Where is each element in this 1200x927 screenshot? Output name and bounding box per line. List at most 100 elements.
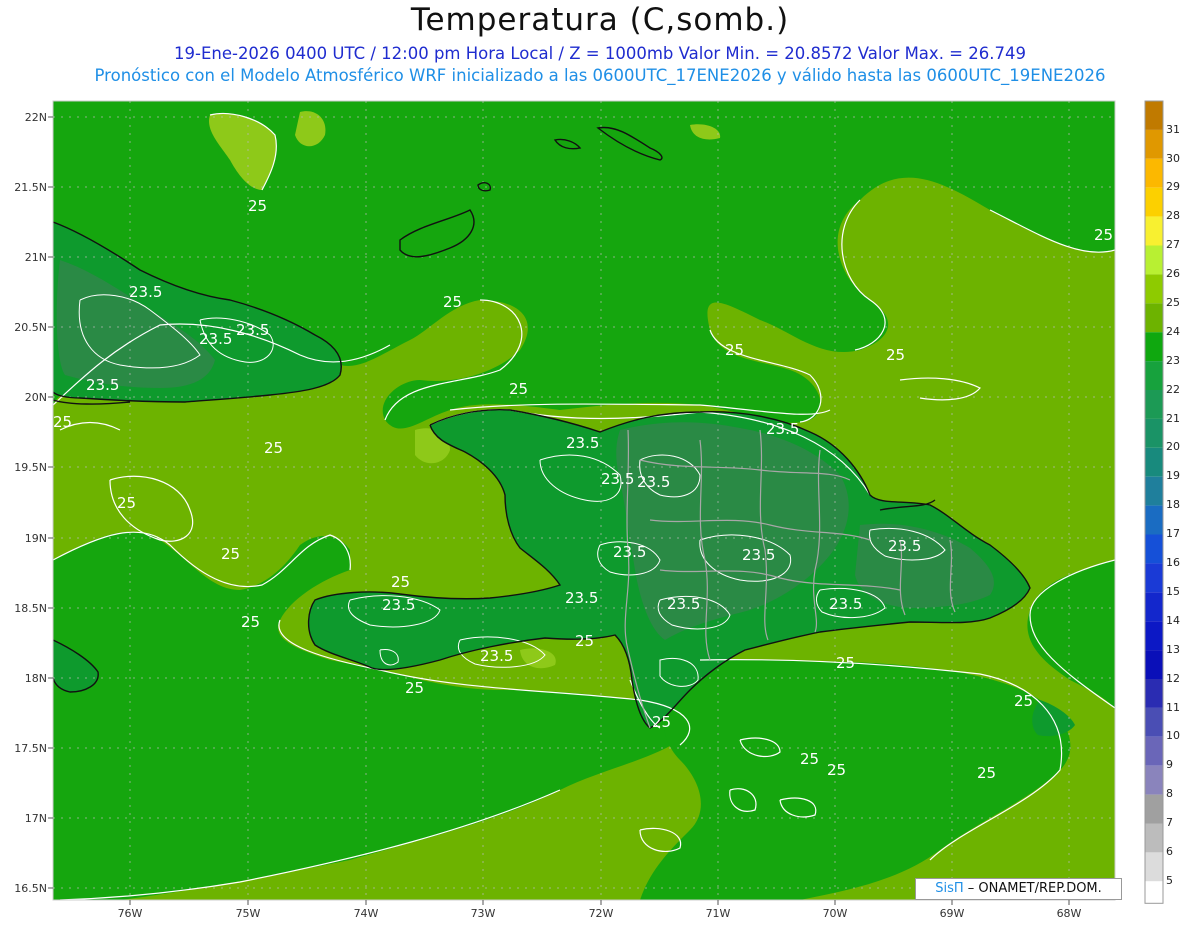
lat-label: 17.5N	[14, 742, 47, 755]
lon-label: 75W	[236, 907, 261, 920]
colorbar-swatch	[1145, 534, 1163, 564]
credit-text: – ONAMET/REP.DOM.	[967, 881, 1102, 896]
lat-label: 20N	[25, 391, 47, 404]
colorbar-swatch	[1145, 361, 1163, 390]
colorbar-swatch	[1145, 621, 1163, 651]
contour-label: 25	[117, 494, 136, 512]
colorbar-swatch	[1145, 418, 1163, 448]
contour-label: 25	[725, 341, 744, 359]
colorbar-swatch	[1145, 505, 1163, 535]
lon-label: 68W	[1057, 907, 1082, 920]
lat-label: 16.5N	[14, 882, 47, 895]
contour-label: 23.5	[742, 546, 775, 564]
contour-label: 23.5	[637, 473, 670, 491]
contour-label: 25	[800, 750, 819, 768]
colorbar-swatch	[1145, 303, 1163, 333]
lat-label: 18N	[25, 672, 47, 685]
lat-label: 17N	[25, 812, 47, 825]
contour-label: 25	[1014, 692, 1033, 710]
lat-label: 22N	[25, 111, 47, 124]
colorbar-label: 5	[1166, 874, 1173, 887]
contour-label: 25	[248, 197, 267, 215]
colorbar-label: 28	[1166, 209, 1180, 222]
colorbar-swatch	[1145, 852, 1163, 882]
colorbar-label: 10	[1166, 729, 1180, 742]
colorbar-label: 20	[1166, 440, 1180, 453]
contour-label: 25	[391, 573, 410, 591]
colorbar-label: 6	[1166, 845, 1173, 858]
colorbar-label: 23	[1166, 354, 1180, 367]
colorbar-label: 13	[1166, 643, 1180, 656]
colorbar-swatch	[1145, 216, 1163, 246]
colorbar-swatch	[1145, 881, 1163, 904]
credit-box: SisΠ – ONAMET/REP.DOM.	[915, 878, 1122, 900]
colorbar-swatch	[1145, 563, 1163, 593]
colorbar-label: 16	[1166, 556, 1180, 569]
colorbar-label: 30	[1166, 152, 1180, 165]
lat-label: 21.5N	[14, 181, 47, 194]
colorbar	[1144, 100, 1164, 904]
contour-label: 23.5	[382, 596, 415, 614]
colorbar-swatch	[1145, 245, 1163, 275]
contour-label: 25	[241, 613, 260, 631]
contour-label: 23.5	[613, 543, 646, 561]
latitude-ticks	[48, 116, 53, 889]
contour-label: 23.5	[766, 420, 799, 438]
colorbar-swatch	[1145, 390, 1163, 419]
lon-label: 69W	[940, 907, 965, 920]
colorbar-swatch	[1145, 794, 1163, 824]
colorbar-swatch	[1145, 274, 1163, 304]
colorbar-label: 11	[1166, 701, 1180, 714]
sispi-logo-text: SisΠ	[935, 881, 964, 896]
contour-label: 25	[1094, 226, 1113, 244]
colorbar-swatch	[1145, 476, 1163, 506]
colorbar-swatch	[1145, 736, 1163, 766]
colorbar-label: 14	[1166, 614, 1180, 627]
colorbar-swatch	[1145, 765, 1163, 795]
contour-label: 25	[886, 346, 905, 364]
contour-label: 25	[53, 413, 72, 431]
contour-label: 23.5	[199, 330, 232, 348]
contour-label: 23.5	[236, 321, 269, 339]
colorbar-label: 24	[1166, 325, 1180, 338]
contour-label: 23.5	[566, 434, 599, 452]
contour-label: 23.5	[829, 595, 862, 613]
map-field	[53, 101, 1115, 900]
contour-label: 25	[827, 761, 846, 779]
lat-label: 19.5N	[14, 461, 47, 474]
contour-label: 25	[405, 679, 424, 697]
lon-label: 72W	[589, 907, 614, 920]
colorbar-label: 22	[1166, 383, 1180, 396]
lon-label: 71W	[706, 907, 731, 920]
contour-label: 25	[652, 713, 671, 731]
colorbar-label: 27	[1166, 238, 1180, 251]
contour-label: 23.5	[667, 595, 700, 613]
contour-label: 25	[836, 654, 855, 672]
colorbar-label: 21	[1166, 412, 1180, 425]
lon-label: 70W	[823, 907, 848, 920]
latitude-labels: 22N 21.5N 21N 20.5N 20N 19.5N 19N 18.5N …	[14, 111, 47, 895]
lat-label: 19N	[25, 532, 47, 545]
contour-label: 25	[509, 380, 528, 398]
contour-label: 23.5	[86, 376, 119, 394]
contour-label: 23.5	[888, 537, 921, 555]
longitude-ticks	[129, 900, 1070, 905]
contour-label: 25	[977, 764, 996, 782]
contour-label: 23.5	[129, 283, 162, 301]
lon-label: 76W	[118, 907, 143, 920]
lat-label: 18.5N	[14, 602, 47, 615]
colorbar-label: 18	[1166, 498, 1180, 511]
colorbar-label: 19	[1166, 469, 1180, 482]
colorbar-swatch	[1145, 158, 1163, 188]
colorbar-label: 17	[1166, 527, 1180, 540]
colorbar-swatch	[1145, 101, 1163, 130]
colorbar-labels: 31 30 29 28 27 26 25 24 23 22 21 20 19 1…	[1166, 123, 1180, 887]
contour-label: 23.5	[565, 589, 598, 607]
colorbar-swatch	[1145, 332, 1163, 362]
colorbar-label: 15	[1166, 585, 1180, 598]
contour-label: 25	[221, 545, 240, 563]
colorbar-swatch	[1145, 707, 1163, 737]
lat-label: 21N	[25, 251, 47, 264]
colorbar-label: 31	[1166, 123, 1180, 136]
contour-label: 25	[443, 293, 462, 311]
